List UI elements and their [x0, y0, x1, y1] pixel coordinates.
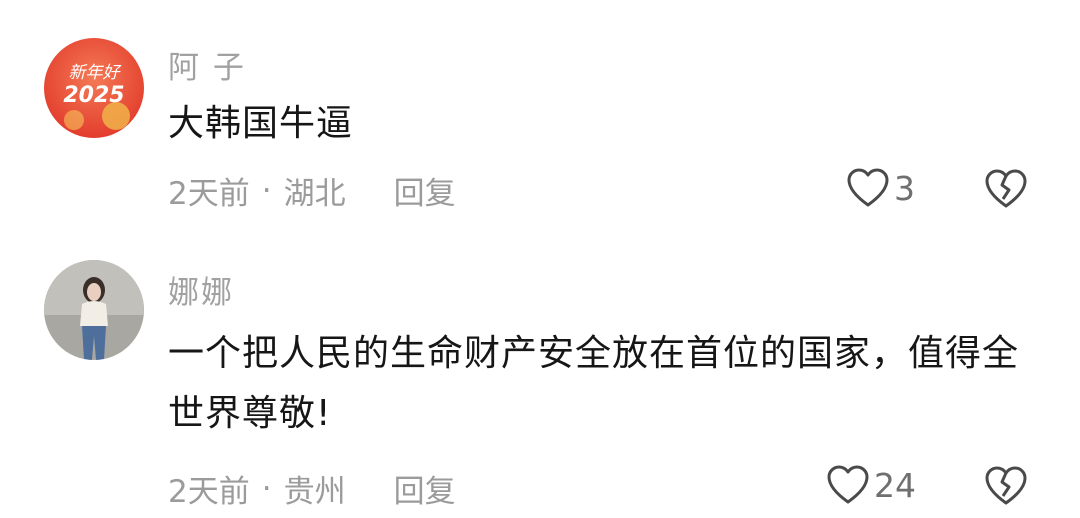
- like-button[interactable]: 24: [826, 464, 916, 506]
- comment-meta: 2天前 · 湖北 回复: [168, 168, 456, 213]
- reply-button[interactable]: 回复: [394, 168, 456, 213]
- heart-icon: [847, 168, 889, 207]
- svg-text:2025: 2025: [63, 83, 124, 108]
- comment-text: 大韩国牛逼: [168, 103, 354, 144]
- dislike-button[interactable]: [984, 168, 1028, 214]
- dislike-button[interactable]: [984, 465, 1028, 511]
- separator: ·: [261, 470, 272, 507]
- svg-text:新年好: 新年好: [69, 63, 122, 83]
- woman-photo-avatar-icon: [44, 260, 144, 360]
- comment-location: 贵州: [283, 474, 346, 510]
- username[interactable]: 娜娜: [168, 267, 234, 312]
- like-count: 3: [894, 168, 915, 208]
- comment-time: 2天前: [168, 176, 250, 212]
- comment-item: 新年好 2025 阿 子 大韩国牛逼 2天前 · 湖北 回复 3: [0, 0, 1080, 235]
- avatar[interactable]: [44, 260, 144, 360]
- comment-item: 娜娜 一个把人民的生命财产安全放在首位的国家，值得全世界尊敬! 2天前 · 贵州…: [0, 235, 1080, 518]
- like-count: 24: [874, 465, 916, 505]
- broken-heart-icon: [985, 169, 1027, 208]
- separator: ·: [261, 172, 272, 209]
- new-year-avatar-icon: 新年好 2025: [44, 38, 144, 138]
- comment-meta: 2天前 · 贵州 回复: [168, 466, 456, 511]
- broken-heart-icon: [985, 466, 1027, 505]
- comment-location: 湖北: [283, 176, 346, 212]
- reply-button[interactable]: 回复: [394, 466, 456, 511]
- like-button[interactable]: 3: [846, 167, 915, 209]
- comment-text: 一个把人民的生命财产安全放在首位的国家，值得全世界尊敬!: [168, 333, 1020, 434]
- username[interactable]: 阿 子: [168, 42, 246, 87]
- heart-icon: [827, 465, 869, 504]
- avatar[interactable]: 新年好 2025: [44, 38, 144, 138]
- comment-time: 2天前: [168, 474, 250, 510]
